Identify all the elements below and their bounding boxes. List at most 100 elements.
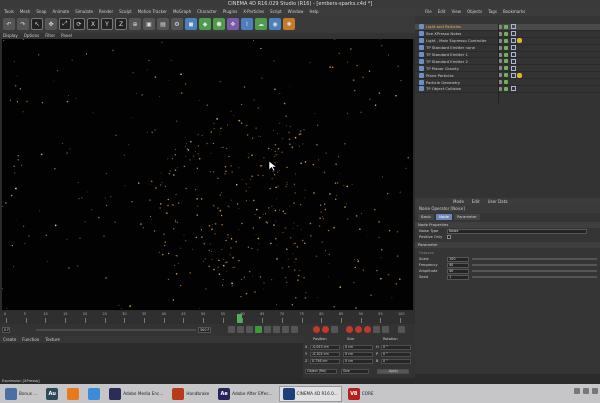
taskbar-item[interactable]: Adobe Media Enc... (106, 386, 166, 402)
axis-x-button[interactable]: X (87, 18, 99, 30)
attribute-menu-mode[interactable]: Mode (453, 198, 464, 205)
previous-key-icon[interactable] (237, 326, 244, 333)
next-key-icon[interactable] (273, 326, 280, 333)
coord-position-field[interactable]: 0.756 cm (310, 359, 340, 364)
taskbar-item[interactable]: CINEMA 4D R16.0... (278, 385, 342, 402)
material-menu-create[interactable]: Create (3, 336, 16, 343)
object-visibility-flags[interactable] (498, 86, 508, 91)
param-slider[interactable] (472, 270, 597, 272)
object-visibility-flags[interactable] (498, 59, 508, 64)
enabled-check-icon[interactable] (504, 52, 508, 57)
coord-apply-button[interactable]: Apply (377, 369, 409, 374)
object-visibility-flags[interactable] (498, 66, 508, 71)
param-row[interactable]: Seed 1 (415, 274, 600, 280)
menu-x-particles[interactable]: X-Particles (243, 8, 264, 15)
coord-rotation-field[interactable]: 0 ° (381, 352, 411, 357)
material-tag-icon[interactable] (517, 38, 522, 44)
object-row[interactable]: TP Standard Emitter 1 (415, 52, 600, 59)
object-visibility-flags[interactable] (498, 45, 508, 50)
positive-only-row[interactable]: Positive Only (415, 234, 600, 240)
light-icon[interactable]: ✺ (283, 18, 295, 30)
frame-range-slider[interactable] (36, 329, 196, 331)
xpresso-tag-icon[interactable] (511, 38, 516, 44)
menu-tools[interactable]: Tools (4, 8, 14, 15)
enabled-check-icon[interactable] (504, 38, 508, 43)
undo-icon[interactable]: ↶ (3, 18, 15, 30)
coord-position-field[interactable]: -0.102 cm (310, 352, 340, 357)
object-row[interactable]: Light - Main Expresso Controller (415, 38, 600, 45)
redo-icon[interactable]: ↷ (17, 18, 29, 30)
deformer-icon[interactable]: ⌇ (241, 18, 253, 30)
current-frame-field[interactable]: 0 F (2, 327, 32, 333)
volume-icon[interactable] (583, 388, 589, 394)
menu-help[interactable]: Help (309, 8, 318, 15)
menu-render[interactable]: Render (99, 8, 113, 15)
taskbar-item[interactable]: V8 CORE (345, 386, 377, 402)
loop-icon[interactable] (291, 326, 298, 333)
object-row[interactable]: Light and Particles (415, 24, 600, 31)
coord-size-mode-select[interactable]: Size (341, 369, 369, 374)
param-slider[interactable] (472, 264, 597, 266)
object-menu-file[interactable]: File (425, 8, 432, 16)
scale-icon[interactable]: ⤢ (59, 18, 71, 30)
taskbar-item[interactable] (64, 386, 82, 402)
battery-icon[interactable] (592, 388, 598, 394)
parameter-key-icon[interactable] (373, 326, 380, 333)
material-tag-icon[interactable] (517, 72, 522, 78)
enabled-check-icon[interactable] (504, 86, 508, 91)
coord-position-field[interactable]: -0.053 cm (310, 345, 340, 350)
taskbar-item[interactable]: Bonus ... (2, 386, 40, 402)
render-view-icon[interactable]: ▣ (143, 18, 155, 30)
coord-rotation-field[interactable]: 0 ° (381, 345, 411, 350)
timeline-ruler[interactable]: 0 5 10 15 20 25 30 35 40 45 50 55 60 65 70 75 80 85 90 95 10… (0, 311, 415, 324)
object-visibility-flags[interactable] (498, 38, 508, 43)
menu-script[interactable]: Script (270, 8, 282, 15)
timeline-menu-icon[interactable] (398, 326, 405, 333)
coordinate-system-icon[interactable]: ⊕ (129, 18, 141, 30)
object-row[interactable]: Particle Geometry (415, 79, 600, 87)
render-settings-icon[interactable]: ⚙ (171, 18, 183, 30)
next-frame-icon[interactable] (264, 326, 271, 333)
timeline-playhead[interactable] (237, 314, 242, 323)
keyframe-selection-icon[interactable] (331, 326, 338, 333)
tab-basic[interactable]: Basic (418, 213, 435, 220)
enabled-check-icon[interactable] (504, 73, 508, 78)
environment-icon[interactable]: ☁ (255, 18, 267, 30)
coord-rotation-field[interactable]: 0 ° (381, 359, 411, 364)
xpresso-tag-icon[interactable] (511, 31, 516, 37)
menu-mesh[interactable]: Mesh (20, 8, 31, 15)
menu-mograph[interactable]: MoGraph (173, 8, 191, 15)
camera-icon[interactable]: ◉ (269, 18, 281, 30)
xpresso-tag-icon[interactable] (511, 52, 516, 57)
taskbar-item[interactable]: Handbrake (169, 386, 212, 402)
object-menu-objects[interactable]: Objects (467, 8, 482, 16)
object-visibility-flags[interactable] (498, 80, 508, 85)
coord-size-field[interactable]: 0 cm (343, 352, 373, 357)
menu-character[interactable]: Character (197, 8, 217, 15)
rotation-key-icon[interactable] (364, 326, 371, 333)
xpresso-tag-icon[interactable] (511, 24, 516, 30)
parameter-section[interactable]: Parameter (415, 242, 600, 248)
attribute-menu-user-data[interactable]: User Data (488, 198, 508, 205)
menu-plugins[interactable]: Plugins (223, 8, 237, 15)
previous-frame-icon[interactable] (246, 326, 253, 333)
rotate-icon[interactable]: ⟳ (73, 18, 85, 30)
material-menu-texture[interactable]: Texture (45, 336, 60, 343)
xpresso-tag-icon[interactable] (511, 86, 516, 92)
object-menu-bookmarks[interactable]: Bookmarks (503, 8, 525, 16)
coord-mode-select[interactable]: Object (Rel) (305, 369, 337, 374)
xpresso-tag-icon[interactable] (511, 72, 516, 78)
object-menu-tags[interactable]: Tags (488, 8, 497, 16)
xpresso-tag-icon[interactable] (511, 65, 516, 71)
network-icon[interactable] (574, 388, 580, 394)
param-value-field[interactable]: 1 (447, 274, 469, 280)
menu-snap[interactable]: Snap (36, 8, 46, 15)
live-selection-icon[interactable]: ↖ (31, 18, 43, 30)
param-value-field[interactable]: 40 (447, 268, 469, 274)
param-slider[interactable] (472, 276, 597, 278)
xpresso-tag-icon[interactable] (511, 58, 516, 64)
enabled-check-icon[interactable] (504, 59, 508, 64)
object-menu-view[interactable]: View (451, 8, 461, 16)
object-row[interactable]: See XPresso Notes (415, 31, 600, 38)
xpresso-tag-icon[interactable] (511, 45, 516, 51)
